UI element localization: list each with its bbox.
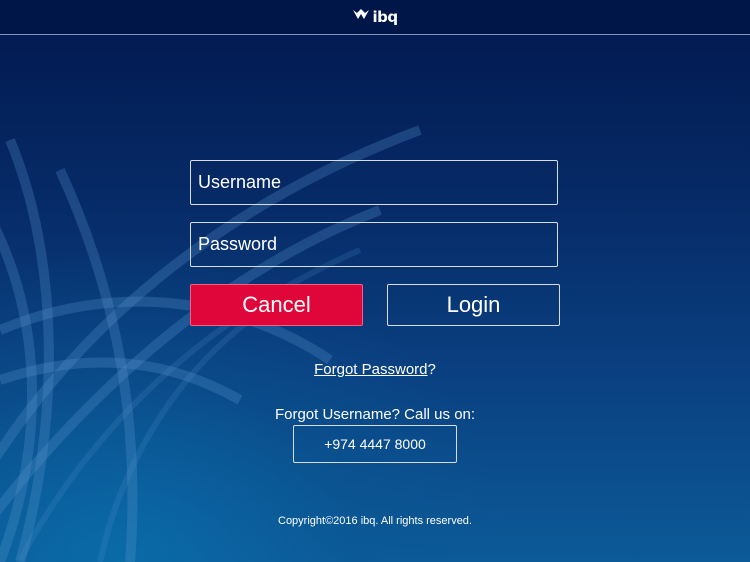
- logo-text: ibq: [372, 8, 398, 26]
- ibq-wings-logo-icon: [352, 8, 370, 27]
- copyright-text: Copyright©2016 ibq. All rights reserved.: [278, 515, 472, 527]
- password-input[interactable]: [190, 222, 558, 267]
- phone-number-label: +974 4447 8000: [324, 436, 426, 452]
- cancel-button[interactable]: Cancel: [190, 284, 363, 326]
- login-screen: ibq Cancel Login Forgot Password? Forgot…: [0, 0, 750, 562]
- forgot-password-link[interactable]: Forgot Password: [314, 361, 427, 378]
- forgot-password-suffix: ?: [427, 361, 436, 378]
- login-button-label: Login: [446, 292, 501, 317]
- call-phone-button[interactable]: +974 4447 8000: [293, 425, 457, 463]
- cancel-button-label: Cancel: [242, 292, 311, 317]
- login-button[interactable]: Login: [387, 284, 560, 326]
- forgot-password-row: Forgot Password?: [0, 361, 750, 378]
- ibq-logo: ibq: [352, 8, 398, 27]
- top-bar: ibq: [0, 0, 750, 35]
- background-wing-pattern: [0, 125, 422, 562]
- forgot-username-text: Forgot Username? Call us on:: [274, 406, 476, 423]
- username-input[interactable]: [190, 160, 558, 205]
